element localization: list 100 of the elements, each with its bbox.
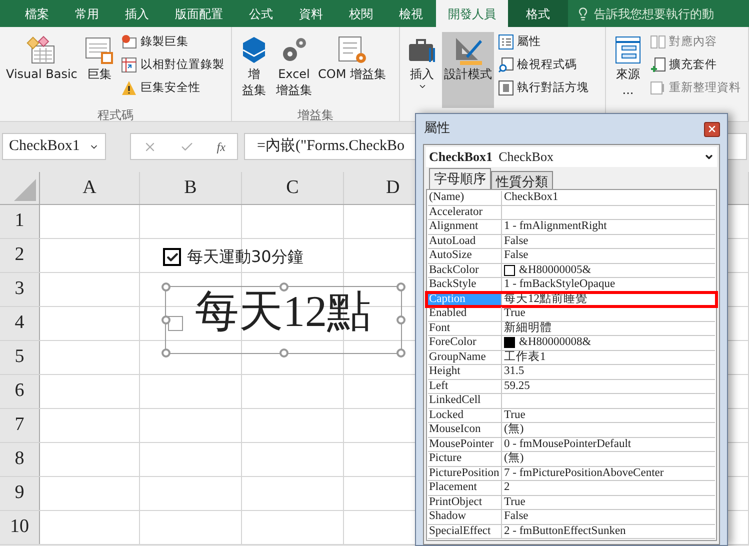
property-name[interactable]: Shadow — [428, 510, 502, 524]
property-tab[interactable]: 性質分類 — [491, 171, 553, 189]
ribbon-button[interactable]: 來源 ... — [610, 32, 646, 108]
property-name[interactable]: BackColor — [428, 264, 502, 277]
property-value[interactable]: 59.25 — [504, 380, 530, 393]
row-header[interactable]: 1 — [0, 205, 40, 238]
ribbon-tab[interactable]: 格式 — [508, 0, 568, 27]
property-name[interactable]: MouseIcon — [428, 423, 502, 436]
property-value[interactable]: &H80000008& — [519, 336, 592, 350]
column-header[interactable]: A — [40, 172, 140, 204]
property-value[interactable]: True — [504, 307, 526, 320]
property-name[interactable]: (Name) — [428, 191, 502, 204]
property-name[interactable]: Alignment — [428, 220, 502, 234]
row-header[interactable]: 4 — [0, 307, 40, 340]
property-name[interactable]: Font — [428, 322, 502, 335]
row-header[interactable]: 2 — [0, 239, 40, 272]
ribbon-button[interactable]: 屬性 — [498, 32, 589, 52]
function-button[interactable]: fx — [216, 138, 226, 156]
property-name[interactable]: Placement — [428, 481, 502, 494]
property-value[interactable]: &H80000005& — [519, 264, 592, 277]
property-name[interactable]: BackStyle — [428, 278, 502, 292]
ribbon-button[interactable]: Excel 增益集 — [274, 32, 314, 108]
row-header[interactable]: 10 — [0, 511, 40, 544]
row-header[interactable]: 8 — [0, 443, 40, 476]
row-header[interactable]: 5 — [0, 341, 40, 374]
name-box[interactable]: CheckBox1 — [2, 133, 106, 160]
row-header[interactable]: 7 — [0, 409, 40, 442]
property-name[interactable]: SpecialEffect — [428, 524, 502, 538]
ribbon-button[interactable]: 擴充套件 — [650, 55, 741, 75]
resize-handle[interactable] — [162, 348, 170, 358]
property-value[interactable]: False — [504, 510, 528, 524]
ribbon-button[interactable]: 插入 — [404, 32, 440, 108]
ribbon-button[interactable]: 執行對話方塊 — [498, 78, 589, 98]
close-button[interactable] — [704, 122, 720, 136]
ribbon-button[interactable]: 設計模式 — [442, 32, 494, 108]
property-value[interactable]: False — [504, 249, 528, 262]
property-value[interactable]: False — [504, 234, 528, 248]
resize-handle[interactable] — [396, 348, 406, 358]
resize-handle[interactable] — [279, 282, 288, 292]
property-value[interactable]: True — [504, 496, 526, 509]
ribbon-button[interactable]: 巨集安全性 — [121, 78, 224, 98]
ribbon-button[interactable]: 以相對位置錄製 — [121, 55, 224, 75]
property-value[interactable]: CheckBox1 — [504, 191, 558, 204]
row-header[interactable]: 6 — [0, 375, 40, 408]
property-name[interactable]: Height — [428, 365, 502, 378]
property-value[interactable]: 1 - fmAlignmentRight — [504, 220, 607, 234]
ribbon-tab[interactable]: 檢視 — [386, 0, 436, 27]
property-value[interactable]: (無) — [504, 452, 524, 466]
property-value[interactable]: 工作表1 — [504, 350, 546, 364]
property-name[interactable]: ForeColor — [428, 336, 502, 350]
property-tab[interactable]: 字母順序 — [429, 168, 491, 189]
property-value[interactable]: 2 - fmButtonEffectSunken — [504, 524, 626, 538]
resize-handle[interactable] — [396, 316, 406, 324]
property-value[interactable]: 0 - fmMousePointerDefault — [504, 438, 632, 451]
property-name[interactable]: Left — [428, 380, 502, 393]
ribbon-tab[interactable]: 檔案 — [12, 0, 62, 27]
property-name[interactable]: GroupName — [428, 350, 502, 364]
ribbon-tab[interactable]: 常用 — [62, 0, 112, 27]
property-name[interactable]: Locked — [428, 408, 502, 422]
ribbon-button[interactable]: COM 增益集 — [316, 32, 388, 108]
resize-handle[interactable] — [396, 282, 406, 292]
row-header[interactable]: 3 — [0, 273, 40, 306]
tell-me-field[interactable]: 告訴我您想要執行的動 — [594, 4, 714, 22]
property-name[interactable]: LinkedCell — [428, 394, 502, 408]
property-name[interactable]: AutoSize — [428, 249, 502, 262]
ribbon-tab[interactable]: 開發人員 — [436, 0, 508, 27]
checkbox[interactable] — [163, 248, 181, 266]
property-value[interactable]: (無) — [504, 423, 524, 436]
property-value[interactable]: 7 - fmPicturePositionAboveCenter — [504, 466, 664, 480]
object-dropdown[interactable]: CheckBox1 CheckBox — [426, 147, 717, 167]
resize-handle[interactable] — [279, 348, 288, 358]
property-value[interactable]: 31.5 — [504, 365, 524, 378]
checkbox-control[interactable]: 每天運動30分鐘 — [163, 245, 304, 269]
property-name[interactable]: PrintObject — [428, 496, 502, 509]
ribbon-button[interactable]: 錄製巨集 — [121, 32, 224, 52]
property-value[interactable]: 新細明體 — [504, 322, 552, 335]
ribbon-button[interactable]: Visual Basic — [4, 32, 80, 108]
ribbon-button[interactable]: 巨集 — [81, 32, 118, 108]
property-name[interactable]: Enabled — [428, 307, 502, 320]
property-name[interactable]: AutoLoad — [428, 234, 502, 248]
column-header[interactable]: B — [140, 172, 242, 204]
property-value[interactable]: 2 — [504, 481, 510, 494]
resize-handle[interactable] — [162, 282, 170, 292]
ribbon-tab[interactable]: 版面配置 — [162, 0, 236, 27]
property-value[interactable]: 1 - fmBackStyleOpaque — [504, 278, 616, 292]
ribbon-tab[interactable]: 公式 — [236, 0, 286, 27]
checkbox[interactable] — [168, 316, 183, 330]
property-name[interactable]: MousePointer — [428, 438, 502, 451]
ribbon-tab[interactable]: 資料 — [286, 0, 336, 27]
resize-handle[interactable] — [162, 316, 170, 324]
property-value[interactable]: True — [504, 408, 526, 422]
row-header[interactable]: 9 — [0, 477, 40, 510]
column-header[interactable]: C — [242, 172, 344, 204]
property-name[interactable]: Accelerator — [428, 206, 502, 219]
property-name[interactable]: PicturePosition — [428, 466, 502, 480]
ribbon-tab[interactable]: 校閱 — [336, 0, 386, 27]
property-name[interactable]: Picture — [428, 452, 502, 466]
ribbon-tab[interactable]: 插入 — [112, 0, 162, 27]
ribbon-button[interactable]: 增 益集 — [236, 32, 272, 108]
ribbon-button[interactable]: 檢視程式碼 — [498, 55, 589, 75]
